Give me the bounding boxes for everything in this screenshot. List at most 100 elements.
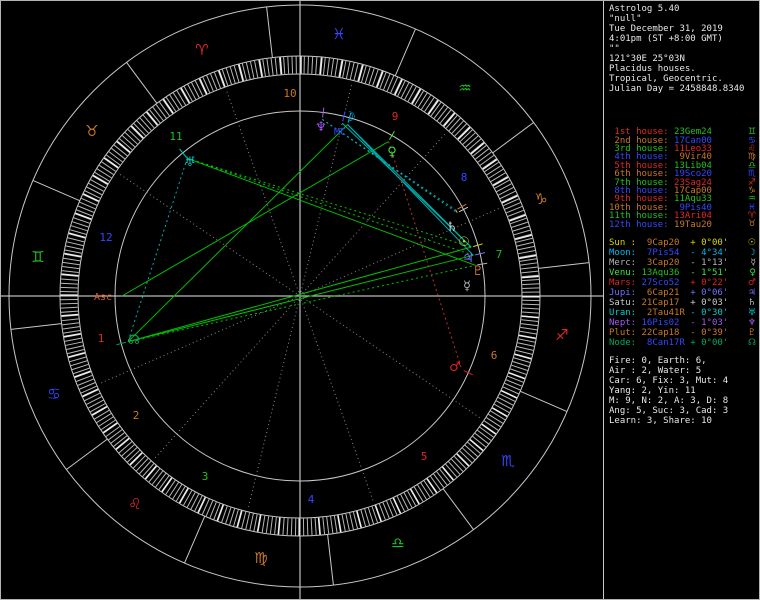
planet-row: Venu: 13Aqu36 - 1°51' ♀ <box>609 268 756 278</box>
aspect-line <box>127 264 476 343</box>
aspect-line <box>121 141 389 297</box>
ascendant-label: Asc <box>94 292 112 303</box>
julian-day: Julian Day = 2458848.8340 <box>609 84 745 94</box>
planet-latitude: - 4°34' <box>684 247 729 258</box>
planet-latitude: - 1°51' <box>684 267 729 278</box>
planet-position: 6Cap21 <box>641 287 685 298</box>
sign-glyph-gemini: ♊ <box>31 248 44 266</box>
planet-latitude: - 1°13' <box>684 257 729 268</box>
moon-icon: ☽ <box>747 247 756 258</box>
house-number-3: 3 <box>202 470 209 483</box>
stat-line-yang-yin: Yang: 2, Yin: 11 <box>609 385 696 396</box>
stat-line-elements-2: Air : 2, Water: 5 <box>609 365 702 376</box>
chart-header: Astrolog 5.40 "null" Tue December 31, 20… <box>609 4 756 94</box>
planet-label: Plut: <box>609 327 642 338</box>
house-system: Placidus houses. <box>609 64 696 74</box>
planet-label: Node: <box>609 337 642 348</box>
planet-row: Merc: 3Cap20 - 1°13' ☿ <box>609 258 756 268</box>
planet-row: Node: 8Can17R + 0°00' ☊ <box>609 338 756 348</box>
uranus-icon: ♅ <box>184 155 196 170</box>
sign-glyph-cancer: ♋ <box>47 385 60 403</box>
house-number-12: 12 <box>99 231 112 244</box>
planet-label: Sun : <box>609 237 642 248</box>
stat-line-modes: Car: 6, Fix: 3, Mut: 4 <box>609 375 729 386</box>
aspect-line <box>455 209 458 214</box>
aspect-line <box>127 254 474 343</box>
neptune-icon: ♆ <box>747 317 756 328</box>
sign-glyph-virgo: ♍ <box>254 549 267 567</box>
planet-row: Uran: 2Tau41R - 0°30' ♅ <box>609 308 756 318</box>
moon-icon: ☽ <box>344 110 356 125</box>
house-cusp-list: 1st house: 23Gem24 ♊ 2nd house: 17Can00 ♋ … <box>609 127 756 230</box>
planet-latitude: - 0°30' <box>684 307 729 318</box>
house-number-1: 1 <box>98 332 105 345</box>
house-number-10: 10 <box>283 87 296 100</box>
mercury-icon: ☿ <box>463 279 471 294</box>
chart-name: "null" <box>609 14 642 24</box>
node-icon: ☊ <box>748 337 756 348</box>
node-icon: ☊ <box>128 333 140 348</box>
planet-position: 3Cap20 <box>641 257 685 268</box>
sign-glyph-capricorn: ♑ <box>534 190 547 208</box>
planet-row: Satu: 21Cap17 + 0°03' ♄ <box>609 298 756 308</box>
sign-glyph-aries: ♈ <box>195 41 208 59</box>
sign-glyph-pisces: ♓ <box>332 25 345 43</box>
planet-position: 16Pis02 <box>641 317 685 328</box>
pluto-icon: ♇ <box>472 264 484 279</box>
app-title: Astrolog 5.40 <box>609 4 680 14</box>
aspect-line <box>127 124 348 343</box>
planet-label: Mars: <box>609 277 642 288</box>
planet-position: 8Can17R <box>641 337 685 348</box>
house-number-2: 2 <box>133 409 140 422</box>
location-coordinates: 121°30E 25°03N <box>609 54 685 64</box>
planet-position: 9Cap20 <box>641 237 685 248</box>
planet-position-list: Sun : 9Cap20 + 0°00' ☉ Moon: 7Pis54 - 4°3… <box>609 238 756 348</box>
planet-position: 27Sco52 <box>641 277 685 288</box>
sign-glyph-sagittarius: ♐ <box>555 326 568 344</box>
planet-position: 7Pis54 <box>641 247 685 258</box>
house-number-7: 7 <box>496 248 503 261</box>
house-number-4: 4 <box>308 493 315 506</box>
stat-line-hemispheres: M: 9, N: 2, A: 3, D: 8 <box>609 395 729 406</box>
sun-icon: ☉ <box>747 237 756 248</box>
planet-label: Jupi: <box>609 287 642 298</box>
planet-position: 22Cap18 <box>641 327 685 338</box>
uranus-icon: ♅ <box>747 307 756 318</box>
planet-latitude: + 0°06' <box>684 287 729 298</box>
aspect-line <box>347 124 474 256</box>
planet-label: Moon: <box>609 247 642 258</box>
planet-latitude: + 0°00' <box>684 237 729 248</box>
sign-glyph-scorpio: ♏ <box>501 452 515 470</box>
house-cusp-value: 19Tau20 <box>674 219 712 230</box>
venus-icon: ♀ <box>749 267 756 278</box>
stat-line-elements-1: Fire: 0, Earth: 6, <box>609 355 707 366</box>
saturn-icon: ♄ <box>747 297 756 308</box>
house-number-9: 9 <box>392 110 399 123</box>
sign-glyph-taurus: ♉ <box>85 122 98 140</box>
house-number-8: 8 <box>461 171 468 184</box>
location-name: "" <box>609 44 620 54</box>
neptune-icon: ♆ <box>315 120 327 135</box>
house-label: 12th house: <box>609 219 675 230</box>
astrolog-window: { "header": { "app_title": "Astrolog 5.4… <box>0 0 760 600</box>
gemini-icon: ♊ <box>747 127 756 138</box>
mars-icon: ♂ <box>747 277 756 288</box>
planet-row: Mars: 27Sco52 + 0°22' ♂ <box>609 278 756 288</box>
mars-icon: ♂ <box>449 360 461 375</box>
element-statistics: Fire: 0, Earth: 6, Air : 2, Water: 5 Car… <box>609 356 756 426</box>
planet-position: 2Tau41R <box>641 307 685 318</box>
chart-date: Tue December 31, 2019 <box>609 24 723 34</box>
pluto-icon: ♇ <box>747 327 756 338</box>
mercury-icon: ☿ <box>750 257 756 268</box>
planet-row: Nept: 16Pis02 - 1°03' ♆ <box>609 318 756 328</box>
planet-row: Moon: 7Pis54 - 4°34' ☽ <box>609 248 756 258</box>
planet-position: 21Cap17 <box>641 297 685 308</box>
planet-label: Uran: <box>609 307 642 318</box>
chart-wheel: ♈ ♉ ♊ ♋ ♌ ♍ ♎ ♏ ♐ ♑ ♒ ♓ 1 2 3 4 5 6 7 8 … <box>0 0 603 600</box>
scorpio-icon: ♏ <box>747 169 756 180</box>
sign-glyph-aquarius: ♒ <box>458 79 471 97</box>
info-sidebar: Astrolog 5.40 "null" Tue December 31, 20… <box>603 0 760 600</box>
house-cusp-row: 12th house: 19Tau20 ♉ <box>609 219 756 230</box>
sign-glyph-libra: ♎ <box>391 534 404 552</box>
planet-latitude: - 0°39' <box>684 327 729 338</box>
